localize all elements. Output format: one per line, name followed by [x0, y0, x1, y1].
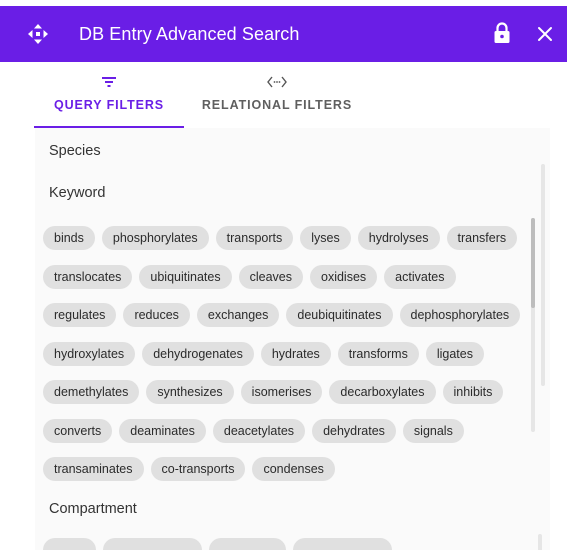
keyword-chip[interactable]: cleaves — [238, 264, 303, 289]
filter-tabs: QUERY FILTERS RELATIONAL FILTERS — [0, 62, 567, 128]
filters-panel: Species Keyword binds phosphorylates trans… — [35, 128, 550, 550]
compartment-chip[interactable] — [103, 538, 202, 550]
compartment-label: Compartment — [49, 501, 137, 517]
keyword-chip[interactable]: deacetylates — [212, 418, 306, 443]
panel-scrollbar[interactable] — [541, 164, 545, 386]
keyword-chip[interactable]: reduces — [123, 303, 190, 328]
keyword-chip[interactable]: phosphorylates — [101, 226, 209, 250]
keyword-chip-list: binds phosphorylates transports lyses hydrol… — [43, 226, 523, 484]
keyword-chip[interactable]: ubiquitinates — [139, 264, 232, 289]
keyword-chip[interactable]: converts — [43, 418, 113, 443]
keyword-chip[interactable]: hydrolyses — [357, 226, 440, 250]
keyword-chip[interactable]: binds — [43, 226, 95, 250]
keyword-chip[interactable]: signals — [402, 418, 464, 443]
keyword-chip[interactable]: condenses — [252, 457, 335, 482]
keyword-scrollbar-thumb[interactable] — [531, 218, 535, 308]
keyword-chip[interactable]: oxidises — [310, 264, 378, 289]
keyword-chip[interactable]: isomerises — [240, 380, 323, 405]
close-icon[interactable] — [537, 26, 553, 42]
compartment-chip[interactable] — [293, 538, 392, 550]
keyword-chip[interactable]: dehydrates — [312, 418, 396, 443]
compartment-scrollbar[interactable] — [538, 534, 542, 550]
keyword-chip[interactable]: decarboxylates — [329, 380, 436, 405]
keyword-chip[interactable]: transforms — [337, 341, 419, 366]
keyword-scrollbar[interactable] — [531, 218, 535, 432]
move-arrows-icon[interactable] — [28, 24, 48, 44]
keyword-chip[interactable]: translocates — [43, 264, 133, 289]
advanced-search-dialog: DB Entry Advanced Search QUERY FILTERS R… — [0, 0, 567, 550]
tab-label: QUERY FILTERS — [53, 98, 165, 112]
keyword-chip[interactable]: deaminates — [119, 418, 206, 443]
tab-relational-filters[interactable]: RELATIONAL FILTERS — [192, 62, 362, 128]
compartment-chip[interactable] — [208, 538, 287, 550]
keyword-label: Keyword — [49, 185, 106, 201]
keyword-chip[interactable]: ligates — [425, 341, 484, 366]
tab-label: RELATIONAL FILTERS — [201, 98, 353, 112]
compartment-chip-list — [43, 538, 523, 550]
title-bar[interactable]: DB Entry Advanced Search — [0, 6, 567, 62]
keyword-chip[interactable]: activates — [384, 264, 456, 289]
lock-icon[interactable] — [493, 22, 511, 44]
filter-icon — [101, 74, 117, 90]
species-label: Species — [49, 143, 101, 159]
keyword-chip[interactable]: demethylates — [43, 380, 140, 405]
keyword-chip[interactable]: transports — [215, 226, 294, 250]
keyword-chip[interactable]: transaminates — [43, 457, 144, 482]
keyword-chip[interactable]: synthesizes — [146, 380, 234, 405]
dialog-title: DB Entry Advanced Search — [79, 24, 300, 44]
keyword-chip[interactable]: hydrates — [260, 341, 331, 366]
keyword-chip[interactable]: deubiquitinates — [286, 303, 393, 328]
keyword-chip[interactable]: inhibits — [442, 380, 504, 405]
keyword-chip[interactable]: dephosphorylates — [399, 303, 521, 328]
keyword-chip[interactable]: regulates — [43, 303, 117, 328]
keyword-chip[interactable]: co-transports — [150, 457, 246, 482]
compartment-chip[interactable] — [43, 538, 97, 550]
keyword-chip[interactable]: hydroxylates — [43, 341, 136, 366]
code-brackets-icon — [267, 74, 287, 90]
keyword-chip[interactable]: exchanges — [196, 303, 280, 328]
keyword-chip[interactable]: transfers — [446, 226, 518, 250]
keyword-chip[interactable]: lyses — [300, 226, 351, 250]
keyword-chip[interactable]: dehydrogenates — [142, 341, 254, 366]
tab-query-filters[interactable]: QUERY FILTERS — [34, 62, 184, 128]
